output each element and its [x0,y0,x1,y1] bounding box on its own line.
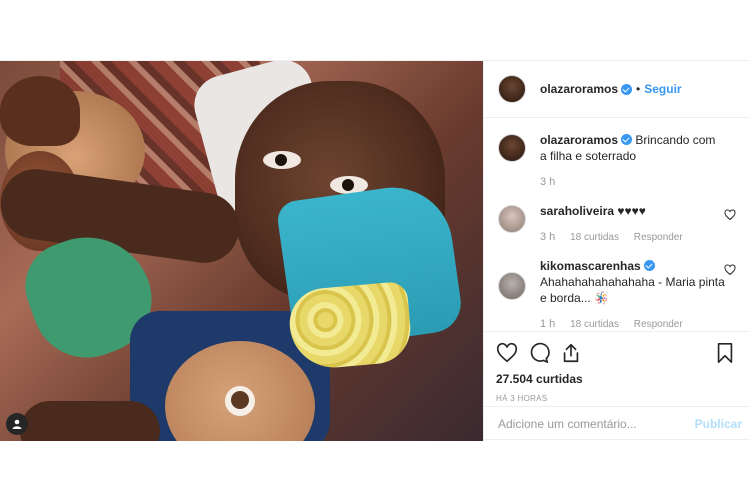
heart-icon[interactable] [724,264,736,276]
avatar[interactable] [498,75,526,103]
hand [20,401,160,441]
reply-button[interactable]: Responder [634,319,683,330]
comment-emoji: 🪅 [594,291,609,305]
follow-button[interactable]: Seguir [644,82,681,96]
share-icon[interactable] [560,342,582,364]
doll-hair [0,76,80,146]
bookmark-icon[interactable] [714,342,736,364]
comments-list[interactable]: olazaroramos Brincando com a filha e sot… [484,118,750,331]
verified-icon [621,134,633,145]
likes-count[interactable]: 27.504 curtidas [496,372,736,386]
verified-icon [621,83,633,95]
comment-time[interactable]: 1 h [540,318,555,330]
eye [263,151,301,169]
caption: olazaroramos Brincando com a filha e sot… [498,132,736,191]
comment-text: Ahahahahahahahaha - Maria pinta e borda.… [540,275,725,305]
separator: • [636,82,641,96]
baby-doll-eye [225,386,255,416]
publish-button[interactable]: Publicar [695,417,742,431]
comment-likes[interactable]: 18 curtidas [570,232,619,243]
post-timestamp: HÁ 3 HORAS [496,394,548,403]
comment-username[interactable]: saraholiveira [540,204,614,218]
comment-icon[interactable] [528,342,550,364]
post-actions: 27.504 curtidas HÁ 3 HORAS [484,331,750,403]
comment-likes[interactable]: 18 curtidas [570,319,619,330]
comment-time[interactable]: 3 h [540,231,555,243]
avatar[interactable] [498,134,526,162]
post-header: olazaroramos • Seguir [484,61,750,118]
comment-username[interactable]: kikomascarenhas [540,259,641,273]
post-photo[interactable] [0,61,483,441]
avatar[interactable] [498,205,526,233]
header-username[interactable]: olazaroramos [540,82,618,96]
comment-item: saraholiveira ♥♥♥♥ 3 h 18 curtidas Respo… [498,203,736,246]
heart-icon[interactable] [496,342,518,364]
comment-input[interactable] [498,417,695,431]
user-tag-icon[interactable] [6,413,28,435]
instagram-post: olazaroramos • Seguir olazaroramos Brinc… [0,60,750,441]
post-sidebar: olazaroramos • Seguir olazaroramos Brinc… [483,61,750,441]
caption-username[interactable]: olazaroramos [540,133,618,147]
avatar[interactable] [498,272,526,300]
comment-text: ♥♥♥♥ [617,204,646,218]
caption-time[interactable]: 3 h [540,176,555,188]
heart-icon[interactable] [724,209,736,221]
reply-button[interactable]: Responder [634,232,683,243]
comment-item: kikomascarenhas Ahahahahahahahaha - Mari… [498,258,736,331]
verified-icon [643,260,655,271]
yellow-pants [286,280,414,372]
comment-box: Publicar [484,406,750,441]
